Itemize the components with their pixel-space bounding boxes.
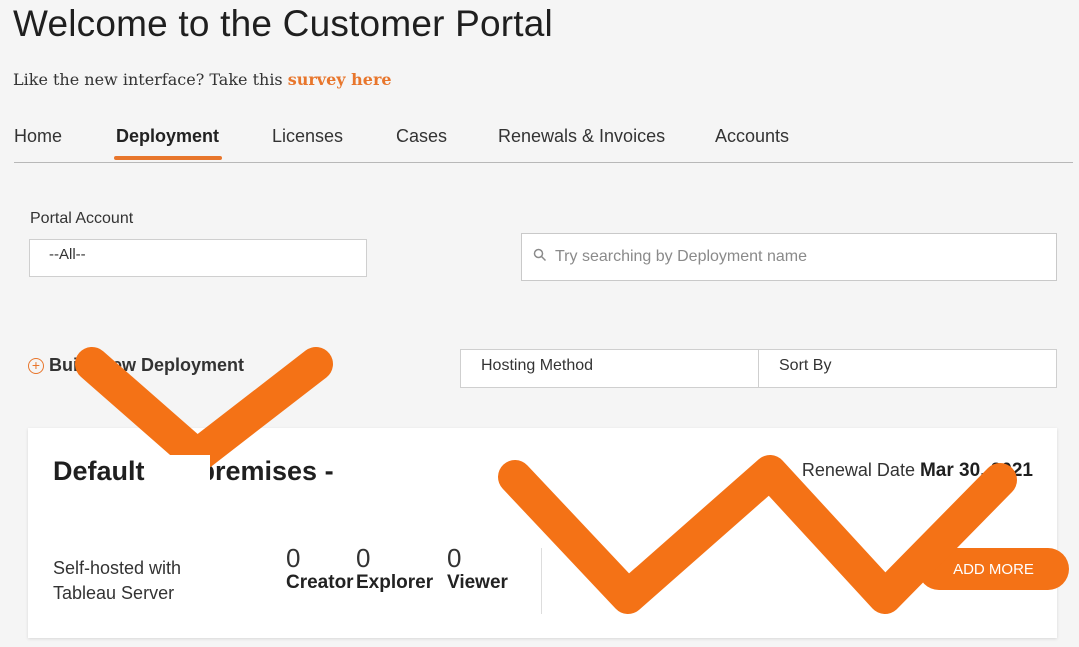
hosting-type: Self-hosted with Tableau Server bbox=[53, 556, 203, 606]
renewal-date-value: Mar 30, 2021 bbox=[919, 460, 1033, 481]
filter-bar: Hosting Method Sort By bbox=[460, 349, 1057, 388]
add-more-button[interactable]: ADD MORE bbox=[918, 548, 1069, 590]
hosting-method-dropdown[interactable]: Hosting Method bbox=[461, 350, 758, 387]
build-new-deployment-label: Build New Deployment bbox=[49, 355, 245, 375]
deployment-search bbox=[521, 233, 1057, 281]
portal-account-label: Portal Account bbox=[30, 210, 134, 227]
deployment-card: Default On-premises - Renewal Date Mar 3… bbox=[28, 428, 1057, 638]
build-new-deployment-button[interactable]: + Build New Deployment bbox=[28, 355, 244, 376]
active-tab-indicator bbox=[114, 156, 222, 160]
explorer-license-count: 0 Explorer bbox=[356, 544, 433, 594]
search-input[interactable] bbox=[553, 247, 1037, 267]
add-circle-icon: + bbox=[28, 357, 44, 374]
creator-license-count: 0 Creator bbox=[286, 544, 354, 594]
license-role: Creator bbox=[286, 572, 354, 593]
card-divider bbox=[541, 548, 542, 614]
renewal-date-label: Renewal Date bbox=[801, 460, 920, 480]
hosting-type-line-2: Tableau Server bbox=[53, 583, 175, 603]
license-role: Viewer bbox=[447, 572, 508, 593]
deployment-title: Default On-premises - bbox=[53, 456, 334, 486]
tab-cases[interactable]: Cases bbox=[396, 126, 447, 147]
page-title: Welcome to the Customer Portal bbox=[13, 3, 553, 44]
tab-home[interactable]: Home bbox=[14, 126, 62, 147]
tab-deployment[interactable]: Deployment bbox=[116, 126, 219, 147]
tab-renewals-invoices[interactable]: Renewals & Invoices bbox=[498, 126, 665, 147]
hosting-type-line-1: Self-hosted with bbox=[53, 558, 182, 578]
sort-by-dropdown[interactable]: Sort By bbox=[758, 350, 1056, 387]
portal-account-select[interactable]: --All-- bbox=[29, 239, 367, 277]
viewer-license-count: 0 Viewer bbox=[447, 544, 508, 594]
license-count: 0 bbox=[286, 543, 301, 573]
license-count: 0 bbox=[356, 543, 371, 573]
search-icon bbox=[533, 248, 547, 267]
survey-prompt: Like the new interface? Take this survey… bbox=[13, 70, 392, 89]
renewal-date: Renewal Date Mar 30, 2021 bbox=[802, 460, 1033, 482]
tab-accounts[interactable]: Accounts bbox=[715, 126, 789, 147]
license-role: Explorer bbox=[356, 572, 434, 593]
tab-licenses[interactable]: Licenses bbox=[272, 126, 343, 147]
survey-link[interactable]: survey here bbox=[288, 70, 392, 89]
survey-prompt-text: Like the new interface? Take this bbox=[13, 70, 288, 89]
license-count: 0 bbox=[447, 543, 462, 573]
